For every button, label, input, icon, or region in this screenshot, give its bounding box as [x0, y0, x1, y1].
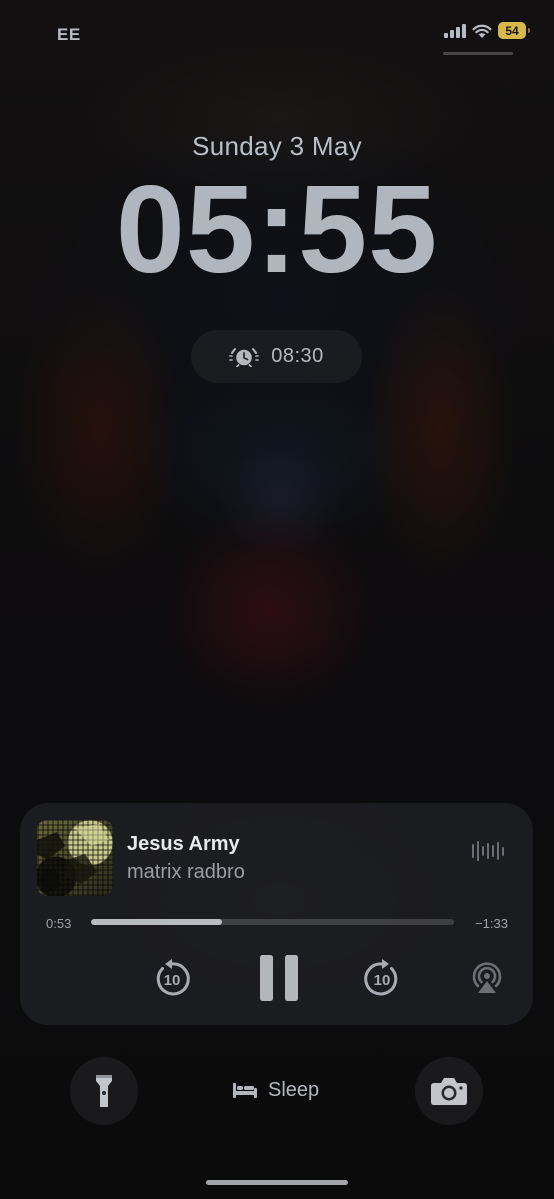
pause-icon: [260, 955, 298, 1001]
wifi-icon: [472, 24, 492, 38]
home-indicator[interactable]: [206, 1180, 348, 1185]
alarm-clock-icon: [229, 347, 260, 367]
remaining-time: −1:33: [475, 916, 508, 931]
skip-back-seconds: 10: [164, 972, 181, 989]
skip-forward-10-icon: 10: [364, 959, 398, 996]
flashlight-button[interactable]: [70, 1057, 138, 1125]
carrier-name: EE: [57, 25, 81, 44]
camera-icon: [431, 1078, 467, 1105]
playback-scrubber[interactable]: [91, 919, 454, 925]
skip-forward-seconds: 10: [374, 972, 391, 989]
sleep-focus-indicator[interactable]: Sleep: [232, 1075, 319, 1105]
airplay-icon: [472, 962, 502, 993]
bed-icon: [233, 1083, 257, 1098]
cellular-signal-icon: [444, 23, 466, 38]
now-playing-card[interactable]: Jesus Army matrix radbro 0:53 −1:33 10 1…: [20, 803, 533, 1025]
track-artist: matrix radbro: [127, 861, 245, 883]
skip-back-button[interactable]: 10: [150, 957, 194, 1001]
status-icons: 54: [444, 22, 530, 39]
alarm-widget[interactable]: 08:30: [191, 330, 362, 383]
lock-date: Sunday 3 May: [192, 131, 362, 161]
playback-progress-fill: [91, 919, 222, 925]
track-title: Jesus Army: [127, 833, 240, 855]
camera-button[interactable]: [415, 1057, 483, 1125]
control-center-indicator[interactable]: [443, 52, 513, 55]
skip-forward-button[interactable]: 10: [360, 957, 404, 1001]
flashlight-icon: [96, 1075, 112, 1107]
battery-icon: 54: [498, 22, 530, 39]
pause-button[interactable]: [254, 951, 304, 1005]
album-artwork[interactable]: [37, 820, 113, 896]
elapsed-time: 0:53: [46, 916, 72, 931]
alarm-time: 08:30: [271, 345, 324, 367]
lock-time: 05:55: [115, 161, 439, 299]
airplay-button[interactable]: [469, 959, 505, 997]
sleep-focus-label: Sleep: [268, 1078, 320, 1101]
waveform-icon[interactable]: [472, 840, 504, 862]
skip-back-10-icon: 10: [156, 959, 190, 996]
